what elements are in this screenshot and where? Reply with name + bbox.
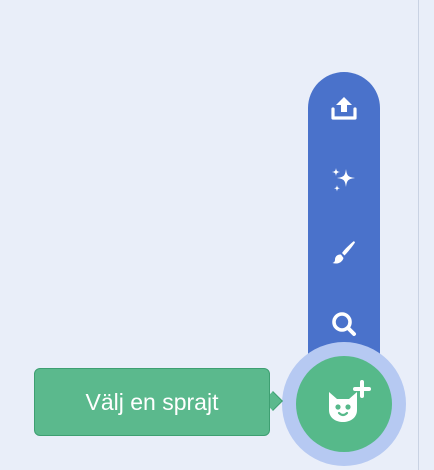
add-sprite-tooltip: Välj en sprajt (34, 368, 270, 436)
search-icon (329, 309, 359, 339)
tooltip-label: Välj en sprajt (85, 388, 219, 415)
upload-icon (329, 93, 359, 123)
add-sprite-button[interactable] (296, 356, 392, 452)
upload-sprite-button[interactable] (320, 84, 368, 132)
surprise-sprite-button[interactable] (320, 156, 368, 204)
paint-brush-icon (329, 237, 359, 267)
cat-plus-icon (314, 372, 374, 437)
choose-sprite-search-button[interactable] (320, 300, 368, 348)
surprise-sparkle-icon (329, 165, 359, 195)
paint-sprite-button[interactable] (320, 228, 368, 276)
panel-divider (418, 0, 419, 470)
sprite-menu-flyout (308, 72, 380, 382)
